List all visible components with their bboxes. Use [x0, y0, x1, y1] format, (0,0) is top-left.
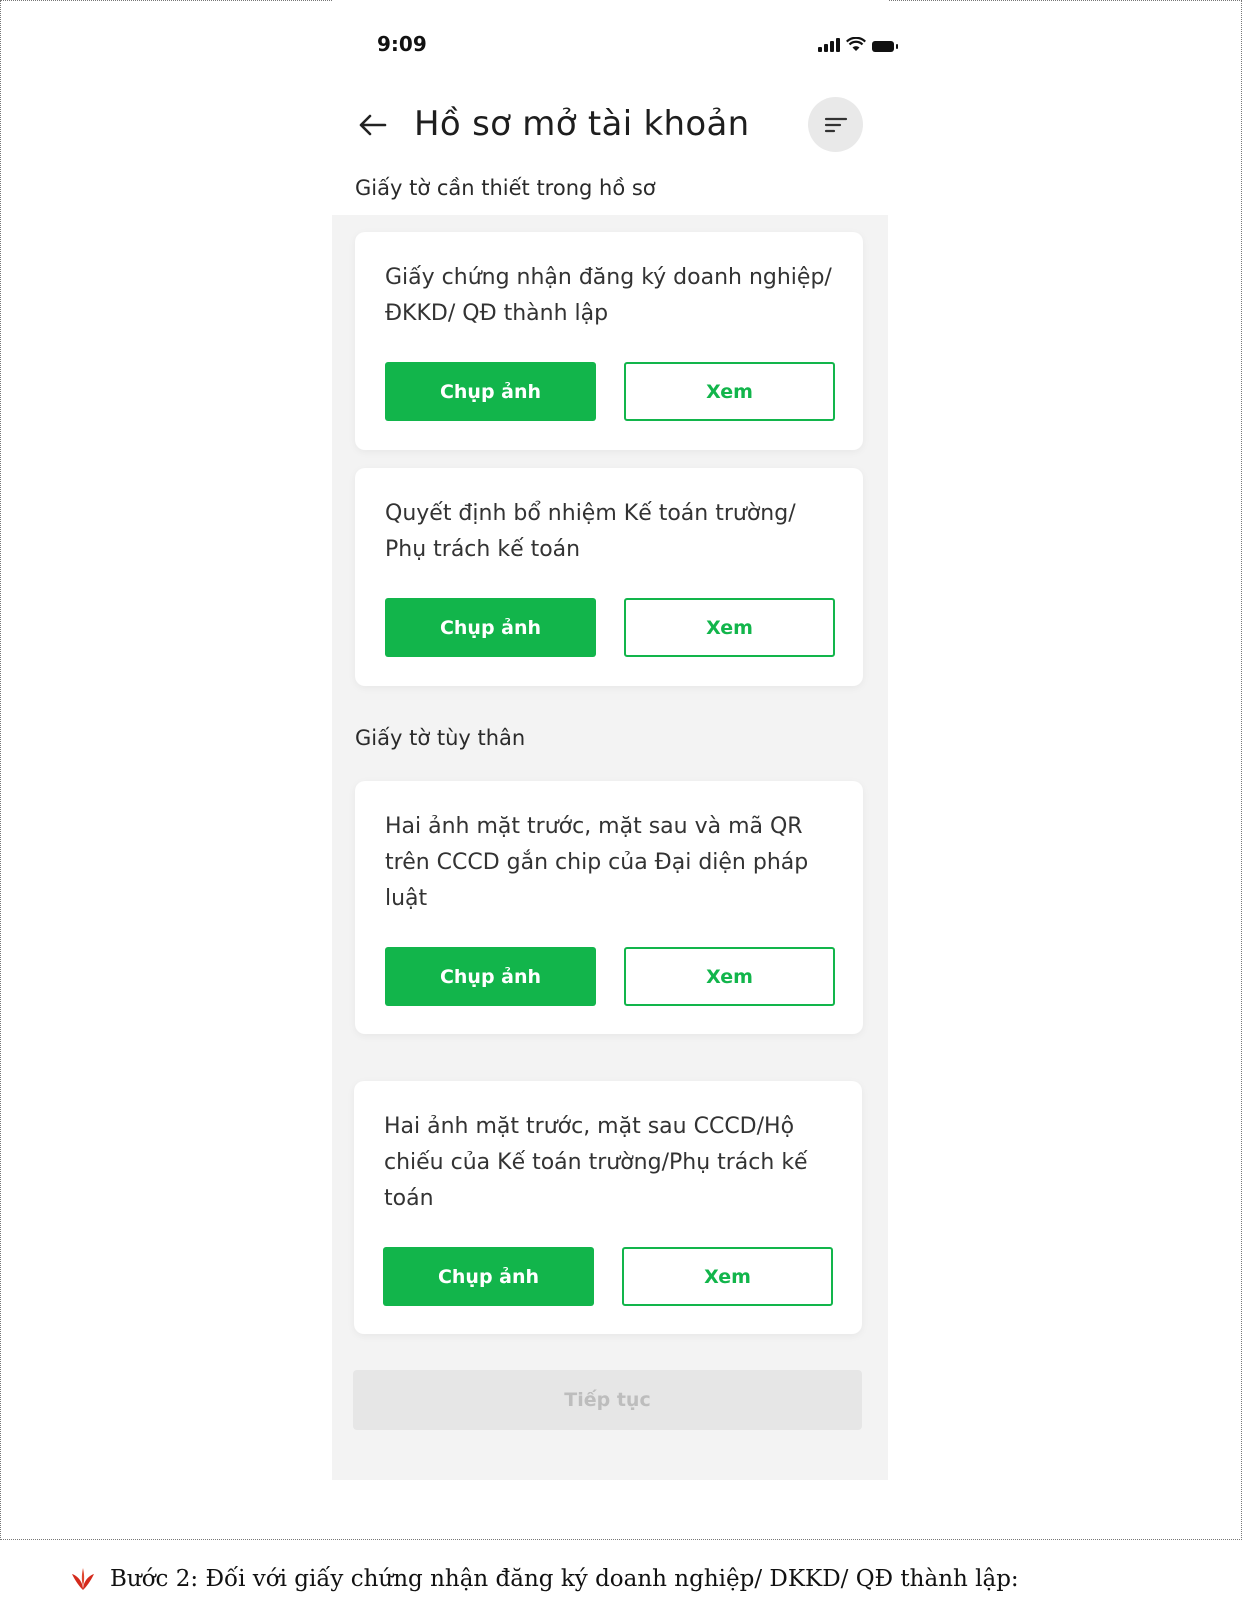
- view-button[interactable]: Xem: [622, 1247, 833, 1306]
- arrow-left-icon[interactable]: [355, 108, 389, 142]
- leaf-bullet-icon: [72, 1568, 94, 1590]
- document-card: Giấy chứng nhận đăng ký doanh nghiệp/ ĐK…: [355, 232, 863, 450]
- document-card: Hai ảnh mặt trước, mặt sau CCCD/Hộ chiếu…: [354, 1081, 862, 1334]
- wifi-icon: [846, 37, 866, 51]
- status-time: 9:09: [377, 32, 427, 56]
- document-card: Hai ảnh mặt trước, mặt sau và mã QR trên…: [355, 781, 863, 1034]
- caption-text: Bước 2: Đối với giấy chứng nhận đăng ký …: [110, 1566, 1019, 1592]
- document-description: Hai ảnh mặt trước, mặt sau CCCD/Hộ chiếu…: [384, 1114, 808, 1211]
- view-button[interactable]: Xem: [624, 947, 835, 1006]
- document-description: Hai ảnh mặt trước, mặt sau và mã QR trên…: [385, 814, 809, 911]
- view-button[interactable]: Xem: [624, 598, 835, 657]
- signal-icon: [818, 38, 840, 52]
- filter-lines-icon: [824, 117, 847, 132]
- view-button[interactable]: Xem: [624, 362, 835, 421]
- section-title-required-docs: Giấy tờ cần thiết trong hồ sơ: [355, 176, 656, 200]
- take-photo-button[interactable]: Chụp ảnh: [385, 947, 596, 1006]
- take-photo-button[interactable]: Chụp ảnh: [385, 362, 596, 421]
- document-card: Quyết định bổ nhiệm Kế toán trường/ Phụ …: [355, 468, 863, 686]
- battery-icon: [872, 41, 898, 52]
- page-title: Hồ sơ mở tài khoản: [414, 104, 750, 144]
- status-icons: [818, 36, 898, 52]
- document-description: Giấy chứng nhận đăng ký doanh nghiệp/ ĐK…: [385, 265, 832, 326]
- document-caption: Bước 2: Đối với giấy chứng nhận đăng ký …: [70, 1566, 1019, 1592]
- continue-button[interactable]: Tiếp tục: [353, 1370, 862, 1430]
- document-description: Quyết định bổ nhiệm Kế toán trường/ Phụ …: [385, 501, 796, 562]
- section-title-identity-docs: Giấy tờ tùy thân: [355, 726, 526, 750]
- take-photo-button[interactable]: Chụp ảnh: [383, 1247, 594, 1306]
- take-photo-button[interactable]: Chụp ảnh: [385, 598, 596, 657]
- filter-button[interactable]: [808, 97, 863, 152]
